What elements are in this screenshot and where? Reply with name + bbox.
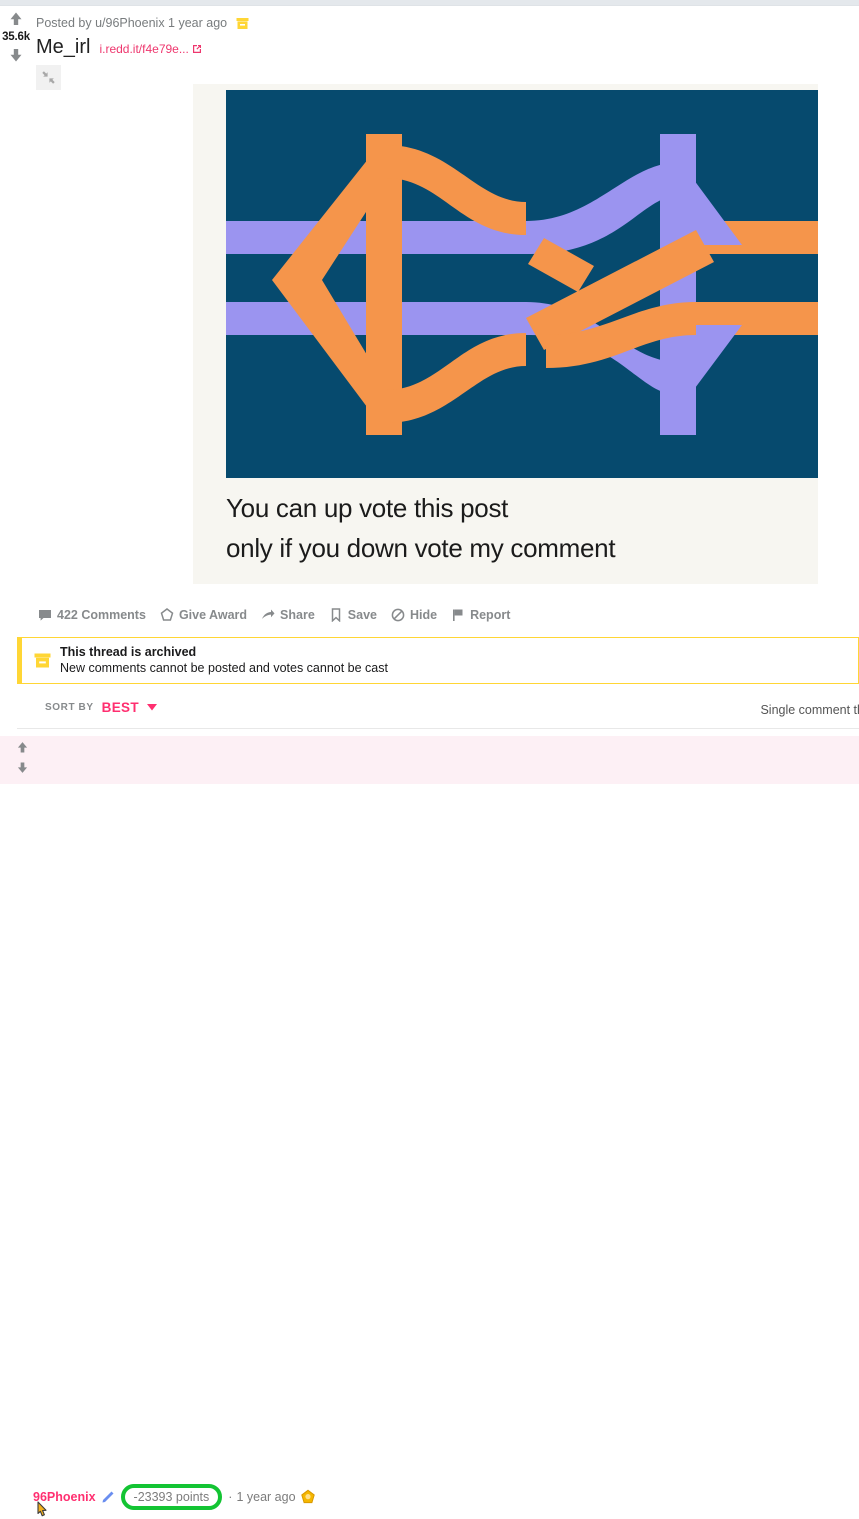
gold-award-icon[interactable] xyxy=(300,1489,316,1505)
comment-points-highlight: -23393 points xyxy=(120,1484,223,1510)
downvote-arrow-icon[interactable] xyxy=(15,760,30,775)
post-outbound-link[interactable]: i.redd.it/f4e79e... xyxy=(99,42,201,56)
save-button[interactable]: Save xyxy=(329,608,377,622)
post-byline: Posted by u/96Phoenix 1 year ago xyxy=(36,15,249,31)
comment-bubble-icon xyxy=(38,608,52,622)
archived-banner-title: This thread is archived xyxy=(60,645,197,659)
comment-meta: 96Phoenix -23393 points · 1 year ago xyxy=(33,1484,316,1510)
post-score: 35.6k xyxy=(2,31,30,43)
flag-icon xyxy=(451,608,465,622)
comment-timestamp: 1 year ago xyxy=(236,1490,296,1504)
post-title-row: Me_irl i.redd.it/f4e79e... xyxy=(36,34,202,60)
hide-button[interactable]: Hide xyxy=(391,608,437,622)
comments-button[interactable]: 422 Comments xyxy=(38,608,146,622)
hand-cursor-icon xyxy=(36,1501,52,1519)
archived-box-icon xyxy=(236,17,249,30)
save-label: Save xyxy=(347,608,377,622)
upvote-arrow-icon[interactable] xyxy=(7,10,25,28)
post-outbound-link-text: i.redd.it/f4e79e... xyxy=(99,42,189,56)
sort-by-value[interactable]: BEST xyxy=(102,700,139,715)
bookmark-icon xyxy=(329,608,343,622)
sort-by-label: SORT BY xyxy=(45,702,94,713)
share-label: Share xyxy=(280,608,315,622)
post-media[interactable]: You can up vote this post only if you do… xyxy=(193,84,818,584)
report-label: Report xyxy=(470,608,511,622)
share-button[interactable]: Share xyxy=(261,608,315,622)
single-comment-thread-link[interactable]: Single comment thread xyxy=(760,703,859,717)
upvote-arrow-icon[interactable] xyxy=(15,740,30,755)
post-action-bar: 422 Comments Give Award Share Save Hide xyxy=(38,608,510,622)
share-arrow-icon xyxy=(261,608,275,622)
give-award-button[interactable]: Give Award xyxy=(160,608,247,622)
external-link-icon xyxy=(192,44,202,54)
report-button[interactable]: Report xyxy=(451,608,510,622)
post-byline-text[interactable]: Posted by u/96Phoenix 1 year ago xyxy=(36,16,227,30)
hide-circle-icon xyxy=(391,608,405,622)
meme-caption-line-2: only if you down vote my comment xyxy=(226,533,616,563)
archived-banner: This thread is archived New comments can… xyxy=(17,637,859,684)
hide-label: Hide xyxy=(409,608,438,622)
archived-banner-text: This thread is archived New comments can… xyxy=(60,644,388,677)
comment-points: -23393 points xyxy=(133,1490,210,1504)
comment-sort-bar: SORT BY BEST Single comment thread xyxy=(17,696,859,729)
comment-vote-column xyxy=(12,740,32,775)
meme-artwork xyxy=(226,90,818,478)
archived-banner-subtitle: New comments cannot be posted and votes … xyxy=(60,661,388,675)
sort-by-control[interactable]: SORT BY BEST xyxy=(45,700,157,715)
page-title[interactable]: Me_irl xyxy=(36,34,90,60)
meme-caption: You can up vote this post only if you do… xyxy=(226,488,816,568)
comments-button-label: 422 Comments xyxy=(57,608,146,622)
post-vote-column: 35.6k xyxy=(0,10,32,64)
award-icon xyxy=(160,608,174,622)
page-top-strip xyxy=(0,0,859,6)
downvote-arrow-icon[interactable] xyxy=(7,46,25,64)
give-award-label: Give Award xyxy=(178,608,248,622)
meme-caption-line-1: You can up vote this post xyxy=(226,493,509,523)
chevron-down-icon[interactable] xyxy=(146,704,157,711)
collapse-media-button[interactable] xyxy=(36,65,61,90)
collapse-arrows-icon xyxy=(41,70,56,85)
op-marker-icon xyxy=(100,1490,115,1505)
archived-box-icon xyxy=(34,652,51,669)
comment-meta-separator: · xyxy=(228,1490,233,1504)
comment-row: 96Phoenix -23393 points · 1 year ago xyxy=(0,736,859,1517)
